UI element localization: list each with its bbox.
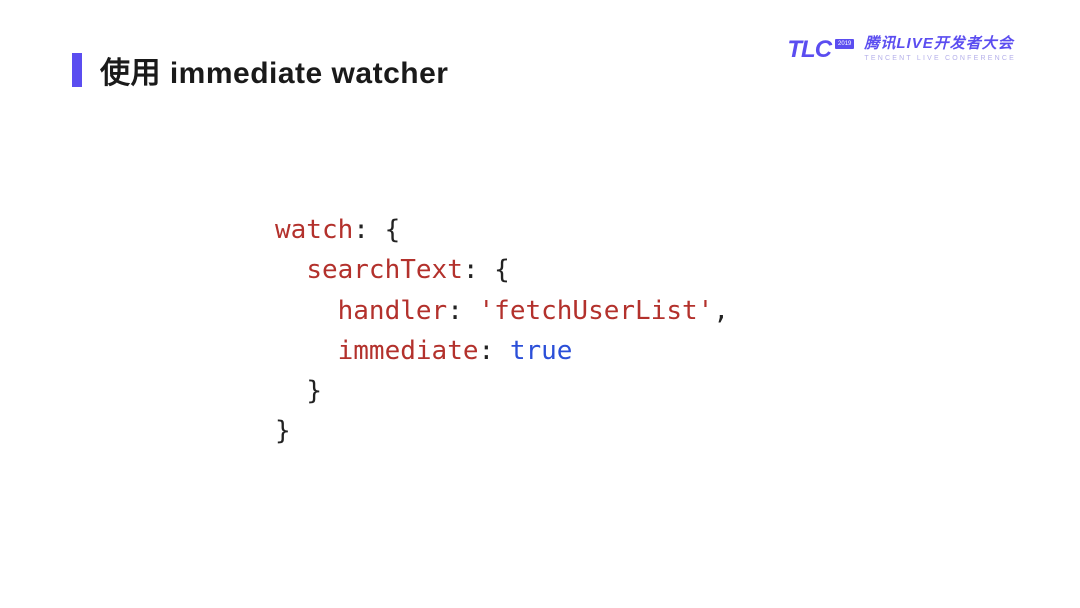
slide-title: 使用 immediate watcher [100, 48, 448, 92]
tlc-logo-text: 腾讯LIVE开发者大会 TENCENT LIVE CONFERENCE [864, 36, 1016, 62]
code-token-key: searchText [306, 255, 463, 285]
code-token-punc: : { [353, 215, 400, 245]
conference-logo: TLC 2019 腾讯LIVE开发者大会 TENCENT LIVE CONFER… [787, 36, 1016, 64]
code-snippet: watch: { searchText: { handler: 'fetchUs… [275, 210, 729, 452]
tlc-logo-en: TENCENT LIVE CONFERENCE [864, 55, 1016, 63]
code-token-key: handler [338, 296, 448, 326]
code-token-punc: } [306, 376, 322, 406]
accent-bar [72, 53, 82, 87]
slide-header: 使用 immediate watcher [72, 48, 448, 92]
code-token-punc: } [275, 416, 291, 446]
code-token-bool: true [510, 336, 573, 366]
code-token-punc: : [447, 296, 478, 326]
tlc-logo-cn: 腾讯LIVE开发者大会 [864, 36, 1016, 53]
code-token-key: immediate [338, 336, 479, 366]
tlc-logo-abbr: TLC [787, 36, 831, 64]
tlc-logo-badge: 2019 [835, 39, 854, 49]
code-token-key: watch [275, 215, 353, 245]
code-token-string: 'fetchUserList' [479, 296, 714, 326]
code-token-punc: : { [463, 255, 510, 285]
code-token-punc: , [713, 296, 729, 326]
code-token-punc: : [479, 336, 510, 366]
